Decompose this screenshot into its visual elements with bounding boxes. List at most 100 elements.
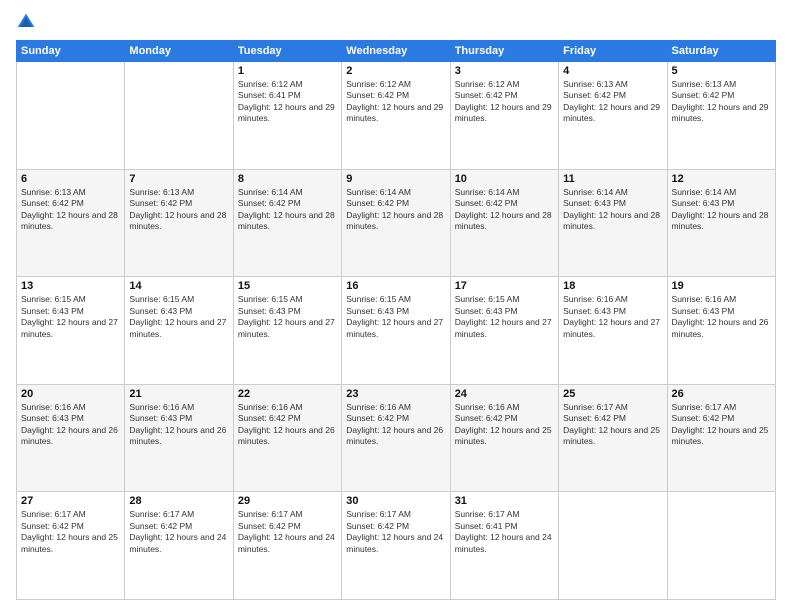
weekday-header: Tuesday [233,41,341,62]
calendar-week-row: 13 Sunrise: 6:15 AM Sunset: 6:43 PM Dayli… [17,277,776,385]
day-number: 6 [21,173,120,185]
day-number: 2 [346,65,445,77]
day-number: 5 [672,65,771,77]
page: SundayMondayTuesdayWednesdayThursdayFrid… [0,0,792,612]
day-info: Sunrise: 6:17 AM Sunset: 6:42 PM Dayligh… [563,402,662,448]
weekday-header: Friday [559,41,667,62]
calendar-cell: 14Sunrise: 6:15 AM Sunset: 6:43 PM Dayli… [125,277,233,385]
day-number: 12 [672,173,771,185]
calendar-cell: 16 Sunrise: 6:15 AM Sunset: 6:43 PM Dayli… [342,277,450,385]
day-number: 13 [21,280,120,292]
day-info: Sunrise: 6:17 AM Sunset: 6:42 PM Dayligh… [672,402,771,448]
day-info: Sunrise: 6:14 AM Sunset: 6:43 PM Dayligh… [672,187,771,233]
calendar-cell: 3Sunrise: 6:12 AM Sunset: 6:42 PM Daylig… [450,62,558,170]
calendar-cell: 22 Sunrise: 6:16 AM Sunset: 6:42 PM Dayli… [233,384,341,492]
calendar-cell: 23 Sunrise: 6:16 AM Sunset: 6:42 PM Dayli… [342,384,450,492]
calendar-cell: 4Sunrise: 6:13 AM Sunset: 6:42 PM Daylig… [559,62,667,170]
calendar-cell [125,62,233,170]
day-info: Sunrise: 6:14 AM Sunset: 6:42 PM Dayligh… [346,187,445,233]
calendar-cell: 25Sunrise: 6:17 AM Sunset: 6:42 PM Dayli… [559,384,667,492]
day-info: Sunrise: 6:12 AM Sunset: 6:42 PM Dayligh… [455,79,554,125]
day-number: 29 [238,495,337,507]
day-number: 20 [21,388,120,400]
weekday-header: Thursday [450,41,558,62]
calendar-cell: 12 Sunrise: 6:14 AM Sunset: 6:43 PM Dayli… [667,169,775,277]
day-number: 8 [238,173,337,185]
day-number: 16 [346,280,445,292]
day-number: 22 [238,388,337,400]
calendar-cell: 5 Sunrise: 6:13 AM Sunset: 6:42 PM Daylig… [667,62,775,170]
day-number: 30 [346,495,445,507]
logo-icon [16,12,36,32]
day-info: Sunrise: 6:15 AM Sunset: 6:43 PM Dayligh… [238,294,337,340]
day-info: Sunrise: 6:16 AM Sunset: 6:43 PM Dayligh… [672,294,771,340]
calendar-week-row: 6Sunrise: 6:13 AM Sunset: 6:42 PM Daylig… [17,169,776,277]
day-info: Sunrise: 6:14 AM Sunset: 6:42 PM Dayligh… [455,187,554,233]
calendar-cell: 24 Sunrise: 6:16 AM Sunset: 6:42 PM Dayli… [450,384,558,492]
day-info: Sunrise: 6:13 AM Sunset: 6:42 PM Dayligh… [672,79,771,125]
calendar-cell: 18 Sunrise: 6:16 AM Sunset: 6:43 PM Dayli… [559,277,667,385]
day-info: Sunrise: 6:16 AM Sunset: 6:43 PM Dayligh… [129,402,228,448]
weekday-header: Sunday [17,41,125,62]
day-info: Sunrise: 6:15 AM Sunset: 6:43 PM Dayligh… [455,294,554,340]
day-number: 11 [563,173,662,185]
day-number: 28 [129,495,228,507]
day-info: Sunrise: 6:16 AM Sunset: 6:42 PM Dayligh… [346,402,445,448]
day-info: Sunrise: 6:13 AM Sunset: 6:42 PM Dayligh… [563,79,662,125]
day-info: Sunrise: 6:15 AM Sunset: 6:43 PM Dayligh… [21,294,120,340]
calendar-table: SundayMondayTuesdayWednesdayThursdayFrid… [16,40,776,600]
calendar-week-row: 20 Sunrise: 6:16 AM Sunset: 6:43 PM Dayli… [17,384,776,492]
day-number: 15 [238,280,337,292]
day-number: 24 [455,388,554,400]
day-number: 10 [455,173,554,185]
day-number: 31 [455,495,554,507]
weekday-header: Saturday [667,41,775,62]
calendar-week-row: 27 Sunrise: 6:17 AM Sunset: 6:42 PM Dayli… [17,492,776,600]
day-number: 9 [346,173,445,185]
calendar-cell: 15 Sunrise: 6:15 AM Sunset: 6:43 PM Dayli… [233,277,341,385]
calendar-cell: 28 Sunrise: 6:17 AM Sunset: 6:42 PM Dayli… [125,492,233,600]
day-number: 14 [129,280,228,292]
day-info: Sunrise: 6:17 AM Sunset: 6:42 PM Dayligh… [21,509,120,555]
day-info: Sunrise: 6:17 AM Sunset: 6:41 PM Dayligh… [455,509,554,555]
calendar-cell: 31 Sunrise: 6:17 AM Sunset: 6:41 PM Dayli… [450,492,558,600]
calendar-cell: 30 Sunrise: 6:17 AM Sunset: 6:42 PM Dayli… [342,492,450,600]
day-number: 18 [563,280,662,292]
calendar-cell: 8 Sunrise: 6:14 AM Sunset: 6:42 PM Daylig… [233,169,341,277]
day-info: Sunrise: 6:17 AM Sunset: 6:42 PM Dayligh… [346,509,445,555]
weekday-row: SundayMondayTuesdayWednesdayThursdayFrid… [17,41,776,62]
day-info: Sunrise: 6:12 AM Sunset: 6:41 PM Dayligh… [238,79,337,125]
calendar-cell: 1 Sunrise: 6:12 AM Sunset: 6:41 PM Daylig… [233,62,341,170]
day-number: 23 [346,388,445,400]
calendar-body: 1 Sunrise: 6:12 AM Sunset: 6:41 PM Daylig… [17,62,776,600]
calendar-cell [667,492,775,600]
calendar-cell: 13 Sunrise: 6:15 AM Sunset: 6:43 PM Dayli… [17,277,125,385]
day-number: 1 [238,65,337,77]
day-info: Sunrise: 6:17 AM Sunset: 6:42 PM Dayligh… [129,509,228,555]
weekday-header: Monday [125,41,233,62]
day-info: Sunrise: 6:16 AM Sunset: 6:43 PM Dayligh… [21,402,120,448]
day-number: 17 [455,280,554,292]
day-info: Sunrise: 6:14 AM Sunset: 6:43 PM Dayligh… [563,187,662,233]
calendar-cell: 26Sunrise: 6:17 AM Sunset: 6:42 PM Dayli… [667,384,775,492]
day-number: 27 [21,495,120,507]
calendar-cell: 6Sunrise: 6:13 AM Sunset: 6:42 PM Daylig… [17,169,125,277]
calendar-cell: 19Sunrise: 6:16 AM Sunset: 6:43 PM Dayli… [667,277,775,385]
day-info: Sunrise: 6:17 AM Sunset: 6:42 PM Dayligh… [238,509,337,555]
day-info: Sunrise: 6:16 AM Sunset: 6:42 PM Dayligh… [455,402,554,448]
calendar-cell: 2Sunrise: 6:12 AM Sunset: 6:42 PM Daylig… [342,62,450,170]
day-info: Sunrise: 6:15 AM Sunset: 6:43 PM Dayligh… [346,294,445,340]
calendar-cell: 29 Sunrise: 6:17 AM Sunset: 6:42 PM Dayli… [233,492,341,600]
header [16,12,776,32]
calendar-week-row: 1 Sunrise: 6:12 AM Sunset: 6:41 PM Daylig… [17,62,776,170]
calendar-cell: 11 Sunrise: 6:14 AM Sunset: 6:43 PM Dayli… [559,169,667,277]
day-info: Sunrise: 6:14 AM Sunset: 6:42 PM Dayligh… [238,187,337,233]
calendar-cell [559,492,667,600]
day-info: Sunrise: 6:16 AM Sunset: 6:43 PM Dayligh… [563,294,662,340]
day-info: Sunrise: 6:16 AM Sunset: 6:42 PM Dayligh… [238,402,337,448]
calendar-cell: 10 Sunrise: 6:14 AM Sunset: 6:42 PM Dayli… [450,169,558,277]
calendar-cell: 17 Sunrise: 6:15 AM Sunset: 6:43 PM Dayli… [450,277,558,385]
calendar-cell [17,62,125,170]
calendar-header: SundayMondayTuesdayWednesdayThursdayFrid… [17,41,776,62]
day-number: 21 [129,388,228,400]
